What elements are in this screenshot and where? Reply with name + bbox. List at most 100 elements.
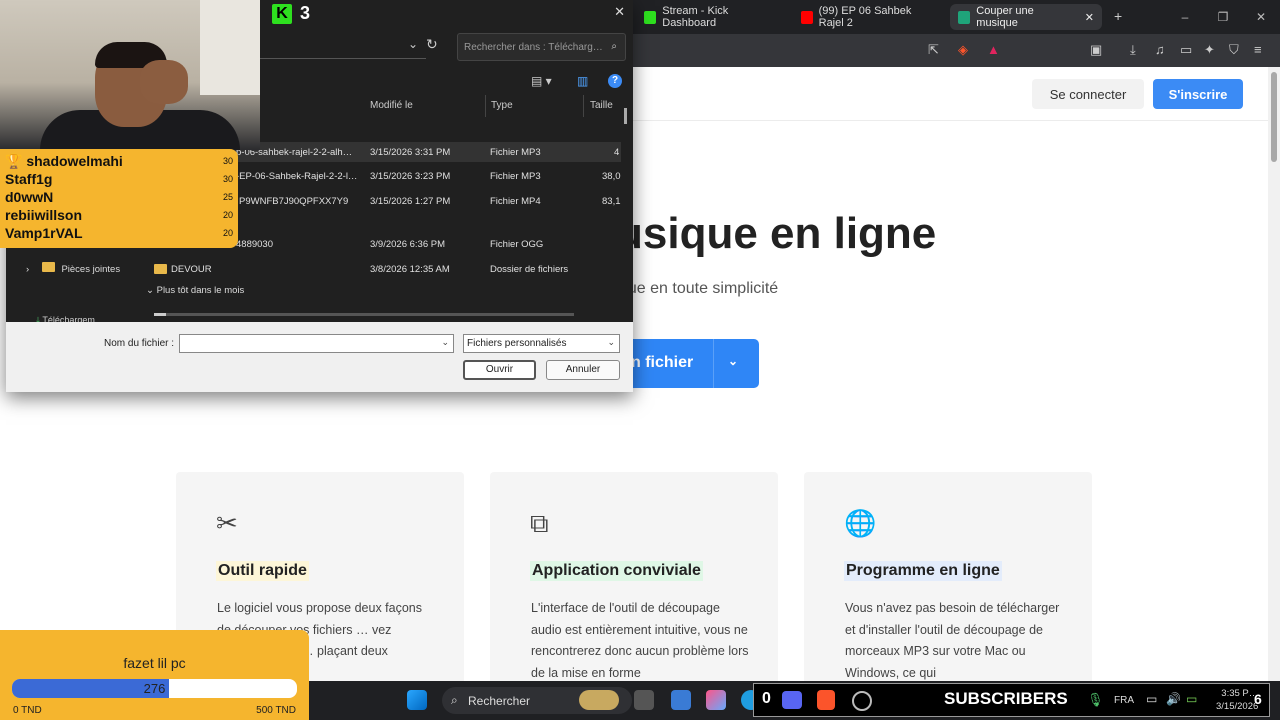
vpn-icon[interactable]: ⛉ bbox=[1229, 42, 1239, 58]
column-size[interactable]: Taille bbox=[590, 100, 613, 111]
refresh-icon[interactable]: ↻ bbox=[426, 36, 438, 53]
subscribers-overlay: 0 SUBSCRIBERS 🎙 FRA ▭ 🔊 ▭ 3:35 P… 3/15/2… bbox=[753, 683, 1270, 717]
chevron-down-icon[interactable]: ⌄ bbox=[146, 285, 154, 296]
app-icon[interactable] bbox=[671, 690, 691, 710]
column-modified[interactable]: Modifié le bbox=[370, 100, 413, 111]
chevron-down-icon[interactable]: ⌄ bbox=[607, 337, 615, 348]
reader-icon[interactable]: ▣ bbox=[1090, 42, 1102, 58]
tab-close-icon[interactable]: ✕ bbox=[1085, 11, 1094, 24]
volume-icon[interactable]: 🔊 bbox=[1166, 692, 1181, 706]
chevron-down-icon[interactable]: ⌄ bbox=[408, 37, 418, 51]
preview-pane-icon[interactable]: ▥ bbox=[577, 74, 588, 88]
card-title: Outil rapide bbox=[216, 561, 309, 581]
card-description: L'interface de l'outil de découpage audi… bbox=[531, 601, 749, 680]
upload-label: n fichier bbox=[631, 354, 694, 371]
file-row[interactable]: -EP-06-Sahbek-Rajel-2-2-l… 3/15/2026 3:2… bbox=[231, 166, 621, 186]
chevron-down-icon[interactable]: ⌄ bbox=[441, 337, 449, 348]
filename-input[interactable]: ⌄ bbox=[179, 334, 454, 353]
leaderboard-row: Vamp1rVAL 20 bbox=[5, 225, 233, 241]
microphone-icon[interactable]: 🎙 bbox=[1087, 692, 1104, 708]
login-button[interactable]: Se connecter bbox=[1032, 79, 1144, 109]
webcam-wall bbox=[200, 0, 260, 95]
brave-icon[interactable] bbox=[817, 690, 835, 710]
group-header[interactable]: ⌄ Plus tôt dans le mois bbox=[146, 285, 244, 296]
subscriber-count: 0 bbox=[762, 690, 771, 707]
leaderboard-row: d0wwN 25 bbox=[5, 189, 233, 205]
upload-file-button[interactable]: n fichier ⌄ bbox=[612, 339, 759, 388]
horizontal-scrollbar[interactable] bbox=[154, 313, 574, 316]
globe-icon: 🌐 bbox=[844, 508, 877, 538]
leaderboard-row: 🏆 shadowelmahi 30 bbox=[5, 153, 233, 169]
brave-shield-icon[interactable]: ◈ bbox=[958, 42, 968, 58]
upload-separator bbox=[713, 339, 714, 388]
leaderboard-row: rebiiwillson 20 bbox=[5, 207, 233, 223]
chevron-down-icon[interactable]: ⌄ bbox=[728, 354, 738, 368]
wallet-icon[interactable]: ▭ bbox=[1180, 42, 1192, 58]
clock[interactable]: 3:35 P… 3/15/2026 bbox=[1216, 687, 1258, 713]
file-row[interactable]: P9WNFB7J90QPFXX7Y9 3/15/2026 1:27 PM Fic… bbox=[231, 191, 621, 211]
filename-label: Nom du fichier : bbox=[104, 338, 175, 349]
widgets-icon[interactable] bbox=[579, 690, 619, 710]
column-separator bbox=[485, 95, 486, 117]
leaderboard-row: Staff1g 30 bbox=[5, 171, 233, 187]
nav-item-attachments[interactable]: › Pièces jointes bbox=[26, 262, 120, 275]
download-icon[interactable]: ⤓ bbox=[1130, 42, 1136, 58]
copilot-icon[interactable] bbox=[706, 690, 726, 710]
column-type[interactable]: Type bbox=[491, 100, 513, 111]
obs-icon[interactable] bbox=[852, 691, 872, 711]
tab-couper-musique[interactable]: Couper une musique ✕ bbox=[950, 4, 1102, 30]
menu-icon[interactable]: ≡ bbox=[1254, 42, 1262, 57]
subscribers-label: SUBSCRIBERS bbox=[944, 689, 1068, 708]
leaderboard-overlay: 🏆 shadowelmahi 30 Staff1g 30 d0wwN 25 re… bbox=[0, 149, 238, 248]
scrollbar-thumb[interactable] bbox=[154, 313, 166, 316]
chevron-right-icon[interactable]: › bbox=[26, 264, 29, 275]
share-icon[interactable]: ⇱ bbox=[928, 42, 939, 58]
dialog-close-button[interactable]: ✕ bbox=[614, 4, 625, 20]
help-icon[interactable]: ? bbox=[608, 74, 622, 88]
folder-icon bbox=[41, 262, 55, 272]
tab-kick-dashboard[interactable]: Stream - Kick Dashboard bbox=[636, 4, 786, 30]
task-view-icon[interactable] bbox=[634, 690, 654, 710]
tab-youtube[interactable]: (99) EP 06 Sahbek Rajel 2 bbox=[793, 4, 943, 30]
folder-row[interactable]: DEVOUR 3/8/2026 12:35 AM Dossier de fich… bbox=[154, 259, 621, 279]
view-options-icon[interactable]: ▤ ▾ bbox=[531, 74, 552, 88]
webcam-overlay bbox=[0, 0, 260, 150]
youtube-icon bbox=[801, 10, 813, 24]
cancel-button[interactable]: Annuler bbox=[546, 360, 620, 380]
discord-icon[interactable] bbox=[782, 691, 802, 709]
open-button[interactable]: Ouvrir bbox=[463, 360, 536, 380]
goal-min-label: 0 TND bbox=[13, 705, 42, 716]
goal-max-label: 500 TND bbox=[256, 705, 296, 716]
music-icon[interactable]: ♫ bbox=[1155, 42, 1165, 57]
file-row[interactable]: p-06-sahbek-rajel-2-2-alh… 3/15/2026 3:3… bbox=[231, 142, 621, 162]
language-indicator[interactable]: FRA bbox=[1114, 695, 1134, 706]
goal-title: fazet lil pc bbox=[123, 655, 186, 671]
start-icon[interactable] bbox=[407, 690, 427, 710]
notification-count[interactable]: 6 bbox=[1254, 691, 1262, 707]
search-placeholder: Rechercher dans : Télécharg… bbox=[464, 42, 603, 53]
card-title: Programme en ligne bbox=[844, 561, 1002, 581]
battery-icon[interactable]: ▭ bbox=[1186, 692, 1197, 706]
kick-count: 3 bbox=[300, 3, 311, 23]
page-scrollbar[interactable] bbox=[1268, 67, 1280, 690]
maximize-button[interactable]: ❐ bbox=[1204, 10, 1242, 24]
trophy-icon: 🏆 bbox=[5, 153, 23, 169]
dialog-footer: Nom du fichier : ⌄ Fichiers personnalisé… bbox=[6, 322, 633, 392]
address-bar[interactable]: ⌄ bbox=[256, 33, 426, 59]
scrollbar-thumb[interactable] bbox=[1271, 72, 1277, 162]
file-row[interactable]: 4889030 3/9/2026 6:36 PM Fichier OGG bbox=[231, 234, 621, 254]
dialog-search-input[interactable]: Rechercher dans : Télécharg… ⌕ bbox=[457, 33, 626, 61]
leo-icon[interactable]: ✦ bbox=[1204, 42, 1215, 58]
new-tab-button[interactable]: + bbox=[1114, 8, 1122, 24]
file-list-scrollbar[interactable] bbox=[624, 108, 627, 124]
rewards-icon[interactable]: ▲ bbox=[987, 42, 1000, 57]
signup-button[interactable]: S'inscrire bbox=[1153, 79, 1243, 109]
network-icon[interactable]: ▭ bbox=[1146, 692, 1157, 706]
column-separator bbox=[583, 95, 584, 117]
filetype-select[interactable]: Fichiers personnalisés ⌄ bbox=[463, 334, 620, 353]
play-icon bbox=[958, 10, 971, 24]
devices-icon: ⧉ bbox=[530, 508, 549, 538]
close-window-button[interactable]: ✕ bbox=[1242, 10, 1280, 24]
minimize-button[interactable]: – bbox=[1166, 10, 1204, 24]
kick-icon bbox=[644, 10, 657, 24]
